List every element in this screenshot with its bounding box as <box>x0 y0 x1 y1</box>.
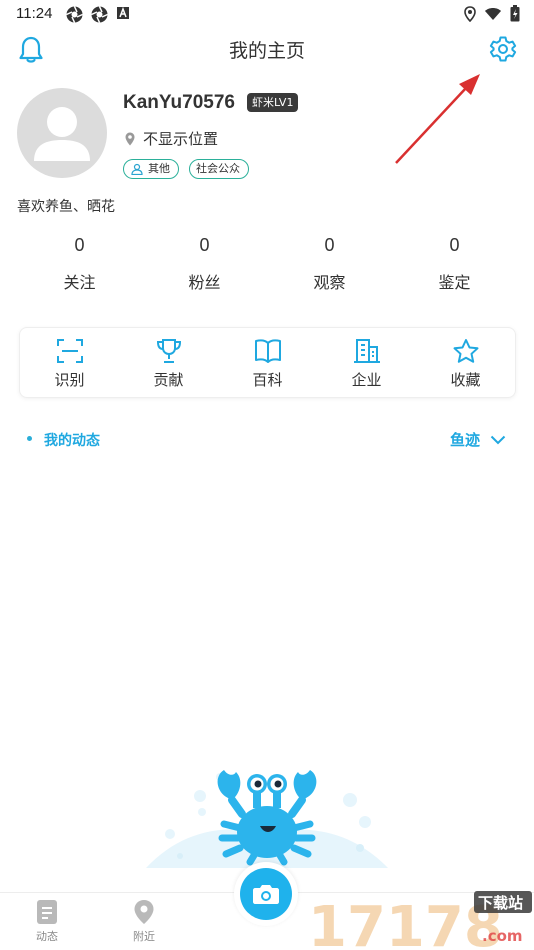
stat-label: 观察 <box>313 273 346 292</box>
stat-value: 0 <box>449 235 460 255</box>
wifi-icon <box>485 7 501 20</box>
tab-label: 附近 <box>133 930 155 943</box>
header: 我的主页 <box>0 28 534 72</box>
stat-label: 关注 <box>63 273 96 292</box>
shortcut-encyclopedia[interactable]: 百科 <box>218 328 317 397</box>
feed-icon <box>37 900 57 924</box>
shortcut-contribution[interactable]: 贡献 <box>119 328 218 397</box>
camera-button[interactable] <box>234 862 298 926</box>
tag-label: 社会公众 <box>196 162 240 175</box>
gear-icon[interactable] <box>488 34 518 64</box>
camera-button-inner <box>240 868 292 920</box>
stat-value: 0 <box>324 235 335 255</box>
app-icon <box>91 6 108 23</box>
bio: 喜欢养鱼、晒花 <box>17 199 115 215</box>
shortcut-label: 企业 <box>351 371 382 389</box>
stat-observations[interactable]: 0 观察 <box>267 235 392 293</box>
tag-other: 其他 <box>123 159 179 179</box>
shortcut-enterprise[interactable]: 企业 <box>317 328 416 397</box>
notification-icon <box>117 6 129 19</box>
battery-icon <box>510 5 520 22</box>
stat-identifications[interactable]: 0 鉴定 <box>392 235 517 293</box>
status-icons-right <box>464 5 520 22</box>
watermark-domain: .com <box>482 927 523 945</box>
scan-icon <box>56 339 83 363</box>
shortcut-label: 识别 <box>54 371 85 389</box>
tag-label: 其他 <box>148 162 170 175</box>
crab-illustration <box>146 770 388 868</box>
user-placeholder-icon <box>34 107 90 161</box>
watermark: 17178 下载站 .com <box>308 891 532 950</box>
book-icon <box>254 339 281 363</box>
feed-filter-dropdown[interactable]: 鱼迹 <box>450 429 506 450</box>
stat-following[interactable]: 0 关注 <box>17 235 142 293</box>
shortcut-label: 贡献 <box>153 371 184 389</box>
page-title: 我的主页 <box>228 40 305 62</box>
feed-filter-label: 鱼迹 <box>449 431 480 449</box>
shortcut-label: 百科 <box>252 371 283 389</box>
shortcuts-card: 识别 贡献 百科 企业 收藏 <box>19 327 516 398</box>
star-icon <box>453 339 478 363</box>
location: 不显示位置 <box>125 128 218 149</box>
stat-value: 0 <box>199 235 210 255</box>
avatar[interactable] <box>17 88 107 178</box>
shortcut-identify[interactable]: 识别 <box>20 328 119 397</box>
feed-title: 我的动态 <box>44 433 100 449</box>
profile-tags: 其他 社会公众 <box>123 159 249 179</box>
building-icon <box>353 339 380 363</box>
location-pin-icon <box>125 132 135 145</box>
username: KanYu70576 <box>123 92 235 113</box>
tab-feed[interactable]: 动态 <box>17 899 77 944</box>
tag-public: 社会公众 <box>189 159 249 179</box>
feed-bullet <box>27 436 32 441</box>
app-icon <box>66 6 83 23</box>
tab-label: 动态 <box>36 930 58 943</box>
status-icons-left <box>66 6 130 23</box>
location-label: 不显示位置 <box>143 130 219 148</box>
stat-followers[interactable]: 0 粉丝 <box>142 235 267 293</box>
stat-value: 0 <box>74 235 85 255</box>
shortcut-label: 收藏 <box>450 371 481 389</box>
trophy-icon <box>156 339 181 363</box>
watermark-digits: 17178 <box>308 895 503 950</box>
level-badge: 虾米LV1 <box>247 93 299 112</box>
chevron-down-icon <box>490 435 506 444</box>
stat-label: 鉴定 <box>438 273 471 292</box>
map-pin-icon <box>134 900 154 924</box>
stats-row: 0 关注 0 粉丝 0 观察 0 鉴定 <box>17 235 517 293</box>
shortcut-favorites[interactable]: 收藏 <box>416 328 515 397</box>
status-bar: 11:24 <box>0 0 534 28</box>
camera-icon <box>253 885 279 904</box>
person-icon <box>131 163 143 175</box>
tab-nearby[interactable]: 附近 <box>114 899 174 944</box>
watermark-badge: 下载站 <box>478 894 523 912</box>
status-time: 11:24 <box>16 5 53 22</box>
stat-label: 粉丝 <box>188 273 221 292</box>
location-icon <box>464 5 476 22</box>
